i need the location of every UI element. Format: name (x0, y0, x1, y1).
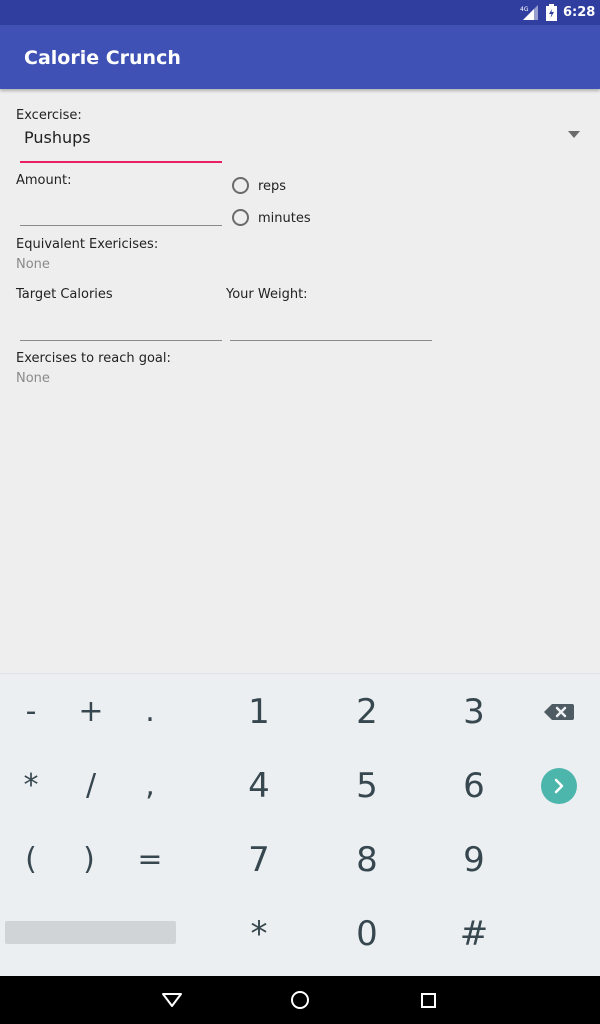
amount-label: Amount: (16, 173, 72, 188)
key-minus[interactable]: - (1, 682, 61, 742)
equivalent-exercises-value: None (16, 257, 50, 272)
key-4[interactable]: 4 (209, 756, 309, 816)
cell-signal-icon: 4G (520, 5, 538, 20)
exercise-selected-value: Pushups (24, 128, 91, 147)
key-5[interactable]: 5 (317, 756, 417, 816)
radio-circle-icon (232, 209, 249, 226)
exercises-to-goal-value: None (16, 371, 50, 386)
key-8[interactable]: 8 (317, 830, 417, 890)
key-9[interactable]: 9 (424, 830, 524, 890)
back-triangle-icon[interactable] (148, 976, 196, 1024)
key-plus[interactable]: + (61, 682, 121, 742)
home-circle-icon[interactable] (276, 976, 324, 1024)
minutes-radio-label: minutes (258, 211, 311, 226)
key-6[interactable]: 6 (424, 756, 524, 816)
reps-radio[interactable]: reps (232, 177, 332, 201)
key-hash[interactable]: # (424, 904, 524, 964)
equivalent-exercises-label: Equivalent Exericises: (16, 237, 159, 252)
key-slash[interactable]: / (61, 756, 121, 816)
exercise-underline (20, 161, 222, 163)
target-calories-input[interactable] (20, 310, 222, 341)
target-calories-label: Target Calories (16, 287, 113, 302)
status-bar (0, 0, 600, 25)
key-2[interactable]: 2 (317, 682, 417, 742)
key-open-paren[interactable]: ( (1, 830, 61, 890)
minutes-radio[interactable]: minutes (232, 209, 342, 233)
key-3[interactable]: 3 (424, 682, 524, 742)
key-period[interactable]: . (120, 682, 180, 742)
key-close-paren[interactable]: ) (59, 830, 119, 890)
status-time: 6:28 (563, 5, 596, 20)
app-title: Calorie Crunch (24, 47, 181, 69)
key-equals[interactable]: = (120, 830, 180, 890)
key-1[interactable]: 1 (209, 682, 309, 742)
recents-square-icon[interactable] (404, 976, 452, 1024)
key-0[interactable]: 0 (317, 904, 417, 964)
battery-icon (546, 4, 557, 21)
backspace-icon[interactable] (538, 692, 578, 732)
weight-input[interactable] (230, 310, 432, 341)
key-7[interactable]: 7 (209, 830, 309, 890)
amount-input[interactable] (20, 195, 222, 226)
exercise-spinner[interactable]: Pushups (20, 124, 590, 164)
dropdown-arrow-icon (568, 131, 580, 138)
exercises-to-goal-label: Exercises to reach goal: (16, 351, 171, 366)
network-type-label: 4G (520, 6, 529, 13)
reps-radio-label: reps (258, 179, 287, 194)
radio-circle-icon (232, 177, 249, 194)
key-asterisk[interactable]: * (1, 756, 61, 816)
weight-label: Your Weight: (226, 287, 308, 302)
key-star[interactable]: * (209, 904, 309, 964)
key-comma[interactable]: , (120, 756, 180, 816)
space-bar[interactable] (5, 921, 176, 944)
chevron-right-icon[interactable] (541, 768, 577, 804)
navigation-bar (0, 976, 600, 1024)
exercise-label: Excercise: (16, 108, 82, 123)
